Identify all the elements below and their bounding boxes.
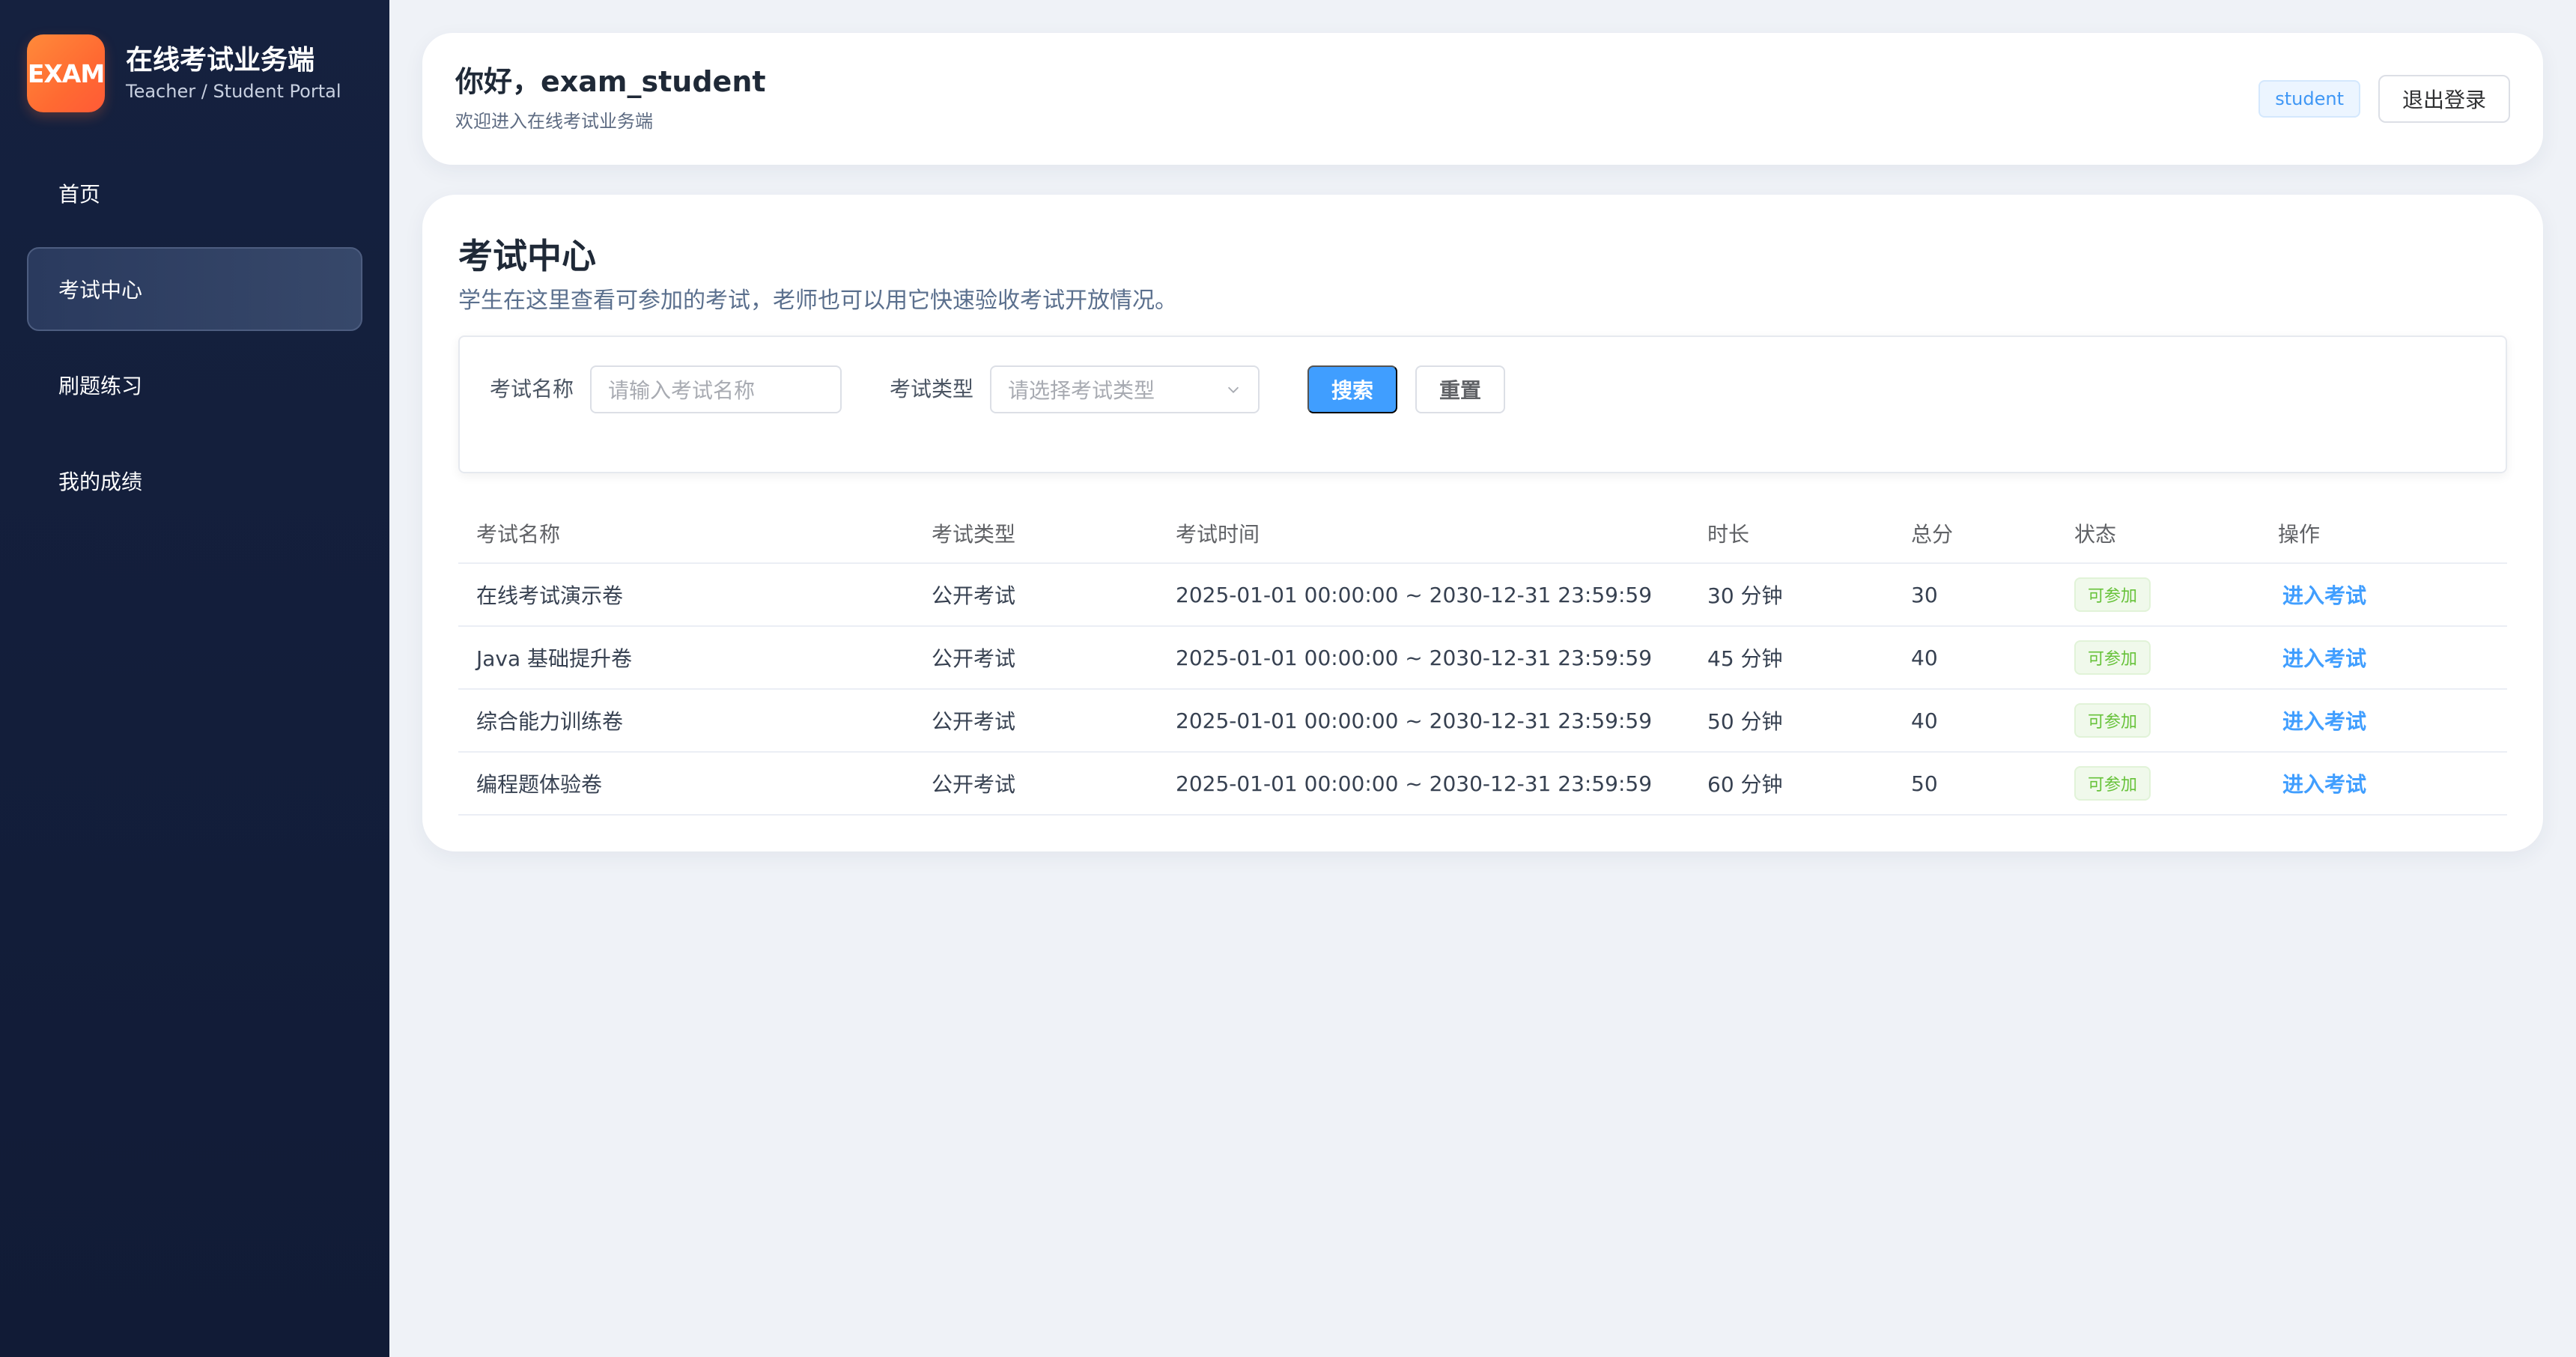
enter-exam-link[interactable]: 进入考试 — [2278, 646, 2366, 671]
sidebar: EXAM 在线考试业务端 Teacher / Student Portal 首页… — [0, 0, 389, 1357]
column-header-duration: 时长 — [1689, 503, 1893, 564]
cell-exam-time: 2025-01-01 00:00:00 ~ 2030-12-31 23:59:5… — [1158, 752, 1689, 816]
table-row: Java 基础提升卷 公开考试 2025-01-01 00:00:00 ~ 20… — [458, 626, 2507, 690]
cell-exam-type: 公开考试 — [914, 626, 1158, 690]
cell-exam-name: 编程题体验卷 — [458, 752, 914, 816]
cell-status: 可参加 — [2056, 563, 2260, 627]
cell-total-score: 40 — [1893, 626, 2056, 690]
column-header-action: 操作 — [2260, 503, 2507, 564]
column-header-name: 考试名称 — [458, 503, 914, 564]
cell-exam-type: 公开考试 — [914, 752, 1158, 816]
cell-action: 进入考试 — [2260, 689, 2507, 753]
exam-name-label: 考试名称 — [490, 377, 574, 401]
cell-exam-name: 综合能力训练卷 — [458, 689, 914, 753]
cell-action: 进入考试 — [2260, 626, 2507, 690]
column-header-score: 总分 — [1893, 503, 2056, 564]
cell-exam-name: Java 基础提升卷 — [458, 626, 914, 690]
exam-center-card: 考试中心 学生在这里查看可参加的考试，老师也可以用它快速验收考试开放情况。 考试… — [422, 195, 2543, 851]
cell-status: 可参加 — [2056, 689, 2260, 753]
cell-exam-time: 2025-01-01 00:00:00 ~ 2030-12-31 23:59:5… — [1158, 689, 1689, 753]
column-header-status: 状态 — [2056, 503, 2260, 564]
header-card: 你好，exam_student 欢迎进入在线考试业务端 student 退出登录 — [422, 33, 2543, 165]
cell-total-score: 50 — [1893, 752, 2056, 816]
status-badge: 可参加 — [2074, 766, 2151, 801]
cell-duration: 30 分钟 — [1689, 563, 1893, 627]
app-subtitle: Teacher / Student Portal — [126, 81, 341, 102]
chevron-down-icon — [1227, 386, 1239, 393]
app-logo: EXAM — [27, 34, 105, 112]
cell-exam-time: 2025-01-01 00:00:00 ~ 2030-12-31 23:59:5… — [1158, 563, 1689, 627]
sidebar-item-exam-center[interactable]: 考试中心 — [27, 247, 362, 331]
exam-name-input[interactable]: 请输入考试名称 — [590, 365, 842, 413]
exam-name-placeholder: 请输入考试名称 — [608, 378, 756, 403]
cell-exam-name: 在线考试演示卷 — [458, 563, 914, 627]
app-title: 在线考试业务端 — [126, 45, 315, 76]
cell-exam-time: 2025-01-01 00:00:00 ~ 2030-12-31 23:59:5… — [1158, 626, 1689, 690]
cell-status: 可参加 — [2056, 752, 2260, 816]
table-row: 在线考试演示卷 公开考试 2025-01-01 00:00:00 ~ 2030-… — [458, 563, 2507, 627]
sidebar-item-home[interactable]: 首页 — [27, 151, 362, 235]
sidebar-nav: 首页 考试中心 刷题练习 我的成绩 — [27, 151, 362, 523]
cell-exam-type: 公开考试 — [914, 689, 1158, 753]
table-row: 编程题体验卷 公开考试 2025-01-01 00:00:00 ~ 2030-1… — [458, 752, 2507, 816]
enter-exam-link[interactable]: 进入考试 — [2278, 709, 2366, 734]
cell-duration: 60 分钟 — [1689, 752, 1893, 816]
page-description: 学生在这里查看可参加的考试，老师也可以用它快速验收考试开放情况。 — [458, 288, 1177, 314]
cell-total-score: 30 — [1893, 563, 2056, 627]
role-badge: student — [2258, 80, 2360, 118]
sidebar-item-practice[interactable]: 刷题练习 — [27, 343, 362, 427]
greeting: 你好，exam_student — [455, 65, 766, 98]
sidebar-item-my-scores[interactable]: 我的成绩 — [27, 439, 362, 523]
column-header-type: 考试类型 — [914, 503, 1158, 564]
search-button[interactable]: 搜索 — [1307, 365, 1398, 413]
brand-text: 在线考试业务端 Teacher / Student Portal — [126, 43, 341, 104]
cell-duration: 45 分钟 — [1689, 626, 1893, 690]
cell-status: 可参加 — [2056, 626, 2260, 690]
status-badge: 可参加 — [2074, 640, 2151, 675]
filter-panel: 考试名称 请输入考试名称 考试类型 请选择考试类型 搜索 重置 — [458, 336, 2507, 473]
cell-duration: 50 分钟 — [1689, 689, 1893, 753]
cell-exam-type: 公开考试 — [914, 563, 1158, 627]
welcome-text: 欢迎进入在线考试业务端 — [455, 111, 653, 132]
reset-button[interactable]: 重置 — [1415, 365, 1506, 413]
status-badge: 可参加 — [2074, 577, 2151, 612]
app-root: EXAM 在线考试业务端 Teacher / Student Portal 首页… — [0, 0, 2576, 1357]
cell-action: 进入考试 — [2260, 752, 2507, 816]
column-header-time: 考试时间 — [1158, 503, 1689, 564]
main-content: 你好，exam_student 欢迎进入在线考试业务端 student 退出登录… — [389, 0, 2576, 1357]
exam-table: 考试名称 考试类型 考试时间 时长 总分 状态 操作 在线考试演示卷 公开考试 … — [458, 503, 2507, 816]
header-right: student 退出登录 — [2258, 75, 2510, 123]
page-title: 考试中心 — [458, 236, 596, 276]
enter-exam-link[interactable]: 进入考试 — [2278, 583, 2366, 608]
header-left: 你好，exam_student 欢迎进入在线考试业务端 — [455, 61, 766, 136]
exam-type-select[interactable]: 请选择考试类型 — [990, 365, 1260, 413]
exam-type-placeholder: 请选择考试类型 — [1008, 378, 1155, 403]
cell-total-score: 40 — [1893, 689, 2056, 753]
enter-exam-link[interactable]: 进入考试 — [2278, 772, 2366, 797]
logout-button[interactable]: 退出登录 — [2378, 75, 2510, 123]
table-header: 考试名称 考试类型 考试时间 时长 总分 状态 操作 — [458, 503, 2507, 564]
brand: EXAM 在线考试业务端 Teacher / Student Portal — [27, 34, 362, 112]
table-row: 综合能力训练卷 公开考试 2025-01-01 00:00:00 ~ 2030-… — [458, 689, 2507, 753]
exam-type-label: 考试类型 — [890, 377, 974, 401]
status-badge: 可参加 — [2074, 703, 2151, 738]
cell-action: 进入考试 — [2260, 563, 2507, 627]
